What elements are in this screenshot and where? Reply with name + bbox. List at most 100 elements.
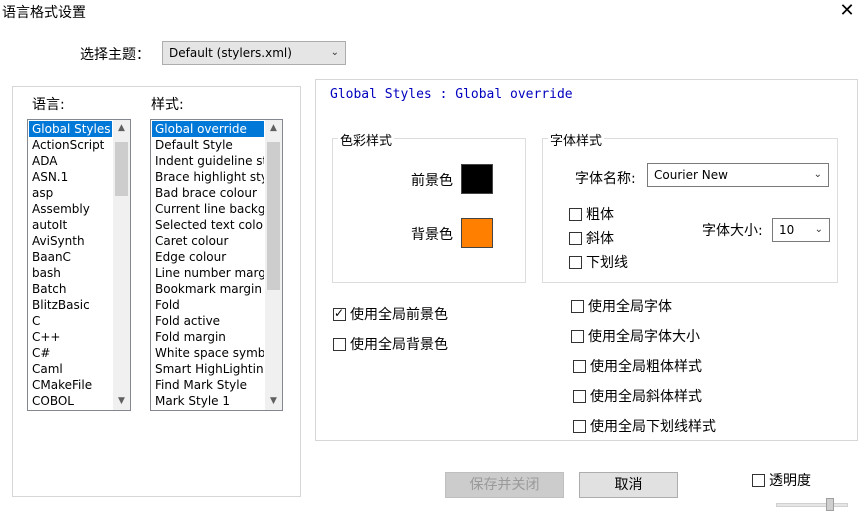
languages-list-item[interactable]: C# <box>29 345 112 361</box>
styles-list-item[interactable]: Fold margin <box>152 329 264 345</box>
styles-list-item[interactable]: Default Style <box>152 137 264 153</box>
use-global-italic-option[interactable]: 使用全局斜体样式 <box>573 386 702 406</box>
use-global-font-checkbox[interactable] <box>571 299 584 313</box>
use-global-italic-checkbox[interactable] <box>573 389 586 403</box>
style-items: Global override Default Style Indent guide… <box>152 121 264 409</box>
chevron-down-icon: ⌄ <box>813 169 822 180</box>
languages-list-item[interactable]: COBOL <box>29 393 112 409</box>
foreground-color-swatch[interactable] <box>461 164 493 194</box>
styles-list-item[interactable]: Global override <box>152 121 264 137</box>
language-header: 语言: <box>32 97 65 113</box>
languages-list-item[interactable]: C <box>29 313 112 329</box>
chevron-down-icon: ⌄ <box>330 47 339 58</box>
styles-list-item[interactable]: Bookmark margin <box>152 281 264 297</box>
styles-list-item[interactable]: Selected text colou <box>152 217 264 233</box>
languages-list-item[interactable]: C++ <box>29 329 112 345</box>
scroll-down-icon[interactable]: ▼ <box>265 393 282 410</box>
transparency-slider-track[interactable] <box>776 503 848 507</box>
font-size-label: 字体大小: <box>702 223 763 239</box>
transparency-checkbox[interactable] <box>752 473 765 487</box>
use-global-bold-option[interactable]: 使用全局粗体样式 <box>573 356 702 376</box>
styles-list-item[interactable]: Mark Style 1 <box>152 393 264 409</box>
font-name-label: 字体名称: <box>575 171 636 187</box>
use-global-font-size-checkbox[interactable] <box>571 329 584 343</box>
underline-label: 下划线 <box>586 255 628 271</box>
use-global-underline-checkbox[interactable] <box>573 419 586 433</box>
style-list[interactable]: Global override Default Style Indent guide… <box>150 119 283 411</box>
languages-list-item[interactable]: bash <box>29 265 112 281</box>
styles-list-item[interactable]: Smart HighLighting <box>152 361 264 377</box>
styles-list-item[interactable]: Caret colour <box>152 233 264 249</box>
use-global-fg-option[interactable]: 使用全局前景色 <box>333 304 448 324</box>
use-global-italic-label: 使用全局斜体样式 <box>590 389 702 405</box>
styles-list-item[interactable]: Brace highlight styl <box>152 169 264 185</box>
dialog-title: 语言格式设置 <box>2 5 86 21</box>
styles-list-item[interactable]: Current line backgr <box>152 201 264 217</box>
styles-list-item[interactable]: Edge colour <box>152 249 264 265</box>
font-name-value: Courier New <box>654 168 728 182</box>
font-size-select[interactable]: 10 ⌄ <box>772 218 830 242</box>
font-size-value: 10 <box>779 223 795 237</box>
styles-list-item[interactable]: Fold <box>152 297 264 313</box>
underline-checkbox[interactable] <box>569 255 582 269</box>
languages-list-item[interactable]: Assembly <box>29 201 112 217</box>
use-global-bg-checkbox[interactable] <box>333 337 346 351</box>
languages-list-item[interactable]: Caml <box>29 361 112 377</box>
use-global-font-label: 使用全局字体 <box>588 299 672 315</box>
use-global-bg-label: 使用全局背景色 <box>350 337 448 353</box>
language-scrollbar[interactable]: ▲ ▼ <box>113 120 130 410</box>
language-list[interactable]: Global Styles ActionScript ADA ASN.1 asp Asse… <box>27 119 131 411</box>
languages-list-item[interactable]: autoIt <box>29 217 112 233</box>
use-global-bg-option[interactable]: 使用全局背景色 <box>333 334 448 354</box>
theme-select[interactable]: Default (stylers.xml) ⌄ <box>162 41 346 65</box>
scroll-thumb[interactable] <box>115 142 128 196</box>
styles-list-item[interactable]: Bad brace colour <box>152 185 264 201</box>
languages-list-item[interactable]: BlitzBasic <box>29 297 112 313</box>
languages-list-item[interactable]: Global Styles <box>29 121 112 137</box>
foreground-label: 前景色 <box>411 173 453 189</box>
scroll-down-icon[interactable]: ▼ <box>113 393 130 410</box>
scroll-up-icon[interactable]: ▲ <box>265 120 282 137</box>
background-color-swatch[interactable] <box>461 218 493 248</box>
style-header: 样式: <box>151 97 184 113</box>
bold-option[interactable]: 粗体 <box>569 204 614 224</box>
use-global-bold-label: 使用全局粗体样式 <box>590 359 702 375</box>
use-global-underline-option[interactable]: 使用全局下划线样式 <box>573 416 716 436</box>
languages-list-item[interactable]: AviSynth <box>29 233 112 249</box>
transparency-option[interactable]: 透明度 <box>752 470 811 490</box>
underline-option[interactable]: 下划线 <box>569 252 628 272</box>
style-scrollbar[interactable]: ▲ ▼ <box>265 120 282 410</box>
languages-list-item[interactable]: asp <box>29 185 112 201</box>
italic-checkbox[interactable] <box>569 231 582 245</box>
use-global-bold-checkbox[interactable] <box>573 359 586 373</box>
cancel-button[interactable]: 取消 <box>579 472 678 498</box>
language-items: Global Styles ActionScript ADA ASN.1 asp Asse… <box>29 121 112 409</box>
styles-list-item[interactable]: White space symbo <box>152 345 264 361</box>
scroll-up-icon[interactable]: ▲ <box>113 120 130 137</box>
styles-list-item[interactable]: Find Mark Style <box>152 377 264 393</box>
use-global-font-size-option[interactable]: 使用全局字体大小 <box>571 326 700 346</box>
scroll-thumb[interactable] <box>267 142 280 290</box>
bold-checkbox[interactable] <box>569 207 582 221</box>
transparency-label: 透明度 <box>769 473 811 489</box>
italic-option[interactable]: 斜体 <box>569 228 614 248</box>
bold-label: 粗体 <box>586 207 614 223</box>
use-global-fg-checkbox[interactable] <box>333 306 346 321</box>
styles-list-item[interactable]: Indent guideline st <box>152 153 264 169</box>
languages-list-item[interactable]: ASN.1 <box>29 169 112 185</box>
save-close-button[interactable]: 保存并关闭 <box>445 472 564 498</box>
languages-list-item[interactable]: ADA <box>29 153 112 169</box>
close-icon[interactable]: ✕ <box>836 0 858 22</box>
theme-label: 选择主题： <box>80 47 150 63</box>
languages-list-item[interactable]: CMakeFile <box>29 377 112 393</box>
font-name-select[interactable]: Courier New ⌄ <box>647 163 829 187</box>
languages-list-item[interactable]: Batch <box>29 281 112 297</box>
transparency-slider-thumb[interactable] <box>826 498 834 511</box>
languages-list-item[interactable]: BaanC <box>29 249 112 265</box>
use-global-font-option[interactable]: 使用全局字体 <box>571 296 672 316</box>
styles-list-item[interactable]: Line number marg <box>152 265 264 281</box>
font-style-legend: 字体样式 <box>548 130 605 149</box>
languages-list-item[interactable]: ActionScript <box>29 137 112 153</box>
theme-select-value: Default (stylers.xml) <box>169 46 292 60</box>
styles-list-item[interactable]: Fold active <box>152 313 264 329</box>
